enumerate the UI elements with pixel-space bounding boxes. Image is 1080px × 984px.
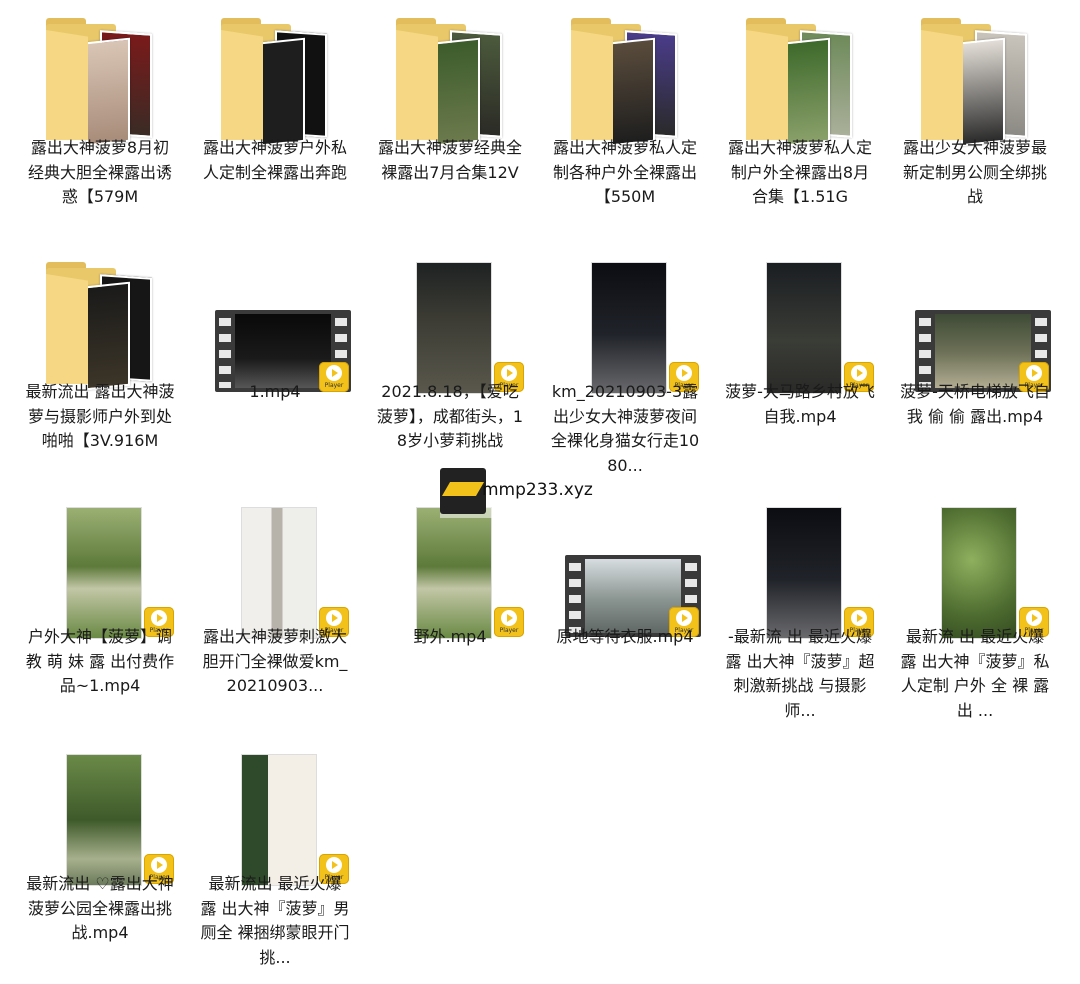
folder-icon	[40, 262, 160, 391]
video-item[interactable]: Player 菠萝-天桥电梯放飞自我 偷 偷 露出.mp4	[900, 252, 1051, 492]
folder-icon	[40, 18, 160, 147]
video-item[interactable]: Player 最新流 出 最近火爆露 出大神『菠萝』私人定制 户外 全 裸 露 …	[900, 497, 1050, 737]
watermark-logo-icon	[440, 468, 486, 514]
video-item[interactable]: Player 野外.mp4	[375, 497, 525, 737]
video-item[interactable]: Player 最新流出 最近火爆 露 出大神『菠萝』男厕全 裸捆绑蒙眼开门挑..…	[200, 744, 350, 984]
item-label: 1.mp4	[249, 382, 301, 401]
video-thumbnail: Player	[215, 507, 349, 639]
video-item[interactable]: Player km_20210903-3露出少女大神菠萝夜间全裸化身猫女行走10…	[550, 252, 700, 492]
folder-icon	[565, 18, 685, 147]
folder-item[interactable]: 露出大神菠萝户外私人定制全裸露出奔跑	[200, 8, 350, 248]
item-label: 露出大神菠萝8月初经典大胆全裸露出诱惑【579M	[27, 138, 172, 206]
item-label: 最新流出 最近火爆 露 出大神『菠萝』男厕全 裸捆绑蒙眼开门挑...	[200, 874, 350, 967]
item-label: 野外.mp4	[413, 627, 487, 646]
video-item[interactable]: Player 原地等待衣服.mp4	[550, 497, 701, 737]
video-item[interactable]: Player 1.mp4	[200, 252, 351, 492]
video-item[interactable]: Player 最新流出 ♡露出大神菠萝公园全裸露出挑战.mp4	[25, 744, 175, 984]
video-thumbnail: Player	[390, 262, 524, 394]
watermark: mmp233.xyz	[440, 468, 593, 518]
file-grid: 露出大神菠萝8月初经典大胆全裸露出诱惑【579M 露出大神菠萝户外私人定制全裸露…	[0, 0, 1080, 984]
folder-item[interactable]: 露出大神菠萝私人定制户外全裸露出8月合集【1.51G	[725, 8, 875, 248]
video-thumbnail: Player	[390, 507, 524, 639]
folder-icon	[390, 18, 510, 147]
item-label: 露出大神菠萝户外私人定制全裸露出奔跑	[202, 138, 347, 182]
folder-item[interactable]: 露出大神菠萝经典全裸露出7月合集12V	[375, 8, 525, 248]
video-thumbnail: Player	[565, 507, 701, 637]
video-item[interactable]: Player 菠萝-大马路乡村放飞自我.mp4	[725, 252, 875, 492]
folder-item[interactable]: 最新流出 露出大神菠萝与摄影师户外到处啪啪【3V.916M	[25, 252, 175, 492]
video-item[interactable]: Player 户外大神【菠萝】调 教 萌 妹 露 出付费作品~1.mp4	[25, 497, 175, 737]
folder-item[interactable]: 露出大神菠萝私人定制各种户外全裸露出【550M	[550, 8, 700, 248]
item-label: 露出大神菠萝私人定制各种户外全裸露出【550M	[552, 138, 697, 206]
item-label: 原地等待衣服.mp4	[556, 627, 694, 646]
item-label: 2021.8.18，【爱吃菠萝】，成都街头，18岁小萝莉挑战	[376, 382, 524, 450]
item-label: 菠萝-天桥电梯放飞自我 偷 偷 露出.mp4	[900, 382, 1050, 426]
video-thumbnail: Player	[915, 262, 1051, 392]
video-item[interactable]: Player -最新流 出 最近火爆露 出大神『菠萝』超刺激新挑战 与摄影师..…	[725, 497, 875, 737]
item-label: 最新流 出 最近火爆露 出大神『菠萝』私人定制 户外 全 裸 露 出 ...	[900, 627, 1050, 720]
folder-item[interactable]: 露出少女大神菠萝最新定制男公厕全绑挑战	[900, 8, 1050, 248]
item-label: 菠萝-大马路乡村放飞自我.mp4	[725, 382, 875, 426]
watermark-text: mmp233.xyz	[482, 480, 593, 500]
item-label: km_20210903-3露出少女大神菠萝夜间全裸化身猫女行走1080...	[550, 382, 700, 475]
item-label: 最新流出 露出大神菠萝与摄影师户外到处啪啪【3V.916M	[25, 382, 175, 450]
item-label: 最新流出 ♡露出大神菠萝公园全裸露出挑战.mp4	[26, 874, 174, 942]
folder-icon	[740, 18, 860, 147]
folder-item[interactable]: 露出大神菠萝8月初经典大胆全裸露出诱惑【579M	[25, 8, 175, 248]
item-label: 露出少女大神菠萝最新定制男公厕全绑挑战	[902, 138, 1047, 206]
video-thumbnail: Player	[915, 507, 1049, 639]
item-label: 露出大神菠萝经典全裸露出7月合集12V	[377, 138, 522, 182]
folder-icon	[215, 18, 335, 147]
item-label: 露出大神菠萝刺激大胆开门全裸做爱km_20210903...	[202, 627, 348, 695]
video-thumbnail: Player	[565, 262, 699, 394]
video-item[interactable]: Player 2021.8.18，【爱吃菠萝】，成都街头，18岁小萝莉挑战	[375, 252, 525, 492]
video-thumbnail: Player	[40, 507, 174, 639]
item-label: 户外大神【菠萝】调 教 萌 妹 露 出付费作品~1.mp4	[25, 627, 175, 695]
video-thumbnail: Player	[740, 262, 874, 394]
video-item[interactable]: Player 露出大神菠萝刺激大胆开门全裸做爱km_20210903...	[200, 497, 350, 737]
video-thumbnail: Player	[215, 262, 351, 392]
item-label: 露出大神菠萝私人定制户外全裸露出8月合集【1.51G	[727, 138, 872, 206]
item-label: -最新流 出 最近火爆露 出大神『菠萝』超刺激新挑战 与摄影师...	[725, 627, 875, 720]
video-thumbnail: Player	[740, 507, 874, 639]
folder-icon	[915, 18, 1035, 147]
video-thumbnail: Player	[40, 754, 174, 886]
video-thumbnail: Player	[215, 754, 349, 886]
